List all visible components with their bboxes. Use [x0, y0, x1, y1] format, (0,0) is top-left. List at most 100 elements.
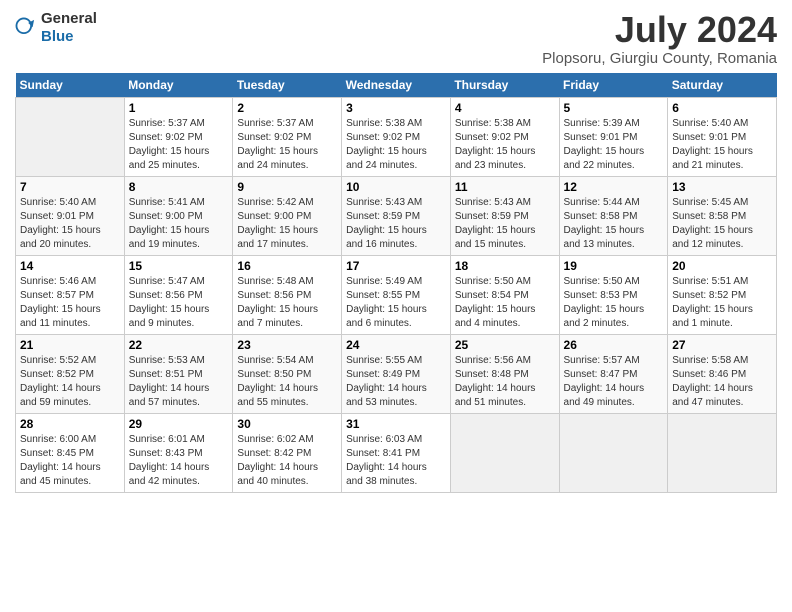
day-info: Sunrise: 5:39 AM Sunset: 9:01 PM Dayligh… [564, 117, 664, 173]
day-info: Sunrise: 5:37 AM Sunset: 9:02 PM Dayligh… [129, 117, 229, 173]
calendar-cell: 5 Sunrise: 5:39 AM Sunset: 9:01 PM Daylig… [559, 97, 668, 176]
day-number: 6 [672, 101, 772, 115]
day-number: 28 [20, 417, 120, 431]
header-tuesday: Tuesday [233, 73, 342, 98]
day-number: 24 [346, 338, 446, 352]
calendar-cell: 27Sunrise: 5:58 AM Sunset: 8:46 PM Dayli… [668, 334, 777, 413]
day-number: 12 [564, 180, 664, 194]
calendar-cell: 17 Sunrise: 5:49 AM Sunset: 8:55 PM Dayli… [342, 255, 451, 334]
calendar-cell: 11 Sunrise: 5:43 AM Sunset: 8:59 PM Dayli… [450, 176, 559, 255]
calendar-week-2: 7Sunrise: 5:40 AM Sunset: 9:01 PM Daylig… [16, 176, 777, 255]
day-info: Sunrise: 5:46 AM Sunset: 8:57 PM Dayligh… [20, 275, 120, 331]
day-number: 2 [237, 101, 337, 115]
day-info: Sunrise: 5:51 AM Sunset: 8:52 PM Dayligh… [672, 275, 772, 331]
calendar-cell: 14Sunrise: 5:46 AM Sunset: 8:57 PM Dayli… [16, 255, 125, 334]
calendar-cell: 24 Sunrise: 5:55 AM Sunset: 8:49 PM Dayli… [342, 334, 451, 413]
day-info: Sunrise: 5:41 AM Sunset: 9:00 PM Dayligh… [129, 196, 229, 252]
calendar-table: SundayMondayTuesdayWednesdayThursdayFrid… [15, 73, 777, 493]
logo-icon [15, 17, 37, 39]
day-number: 16 [237, 259, 337, 273]
header-wednesday: Wednesday [342, 73, 451, 98]
day-info: Sunrise: 5:49 AM Sunset: 8:55 PM Dayligh… [346, 275, 446, 331]
calendar-cell: 19 Sunrise: 5:50 AM Sunset: 8:53 PM Dayli… [559, 255, 668, 334]
day-info: Sunrise: 6:01 AM Sunset: 8:43 PM Dayligh… [129, 433, 229, 489]
logo-general: General [41, 10, 97, 27]
day-number: 21 [20, 338, 120, 352]
calendar-cell: 1 Sunrise: 5:37 AM Sunset: 9:02 PM Daylig… [124, 97, 233, 176]
calendar-cell: 16 Sunrise: 5:48 AM Sunset: 8:56 PM Dayli… [233, 255, 342, 334]
day-info: Sunrise: 5:45 AM Sunset: 8:58 PM Dayligh… [672, 196, 772, 252]
day-info: Sunrise: 5:54 AM Sunset: 8:50 PM Dayligh… [237, 354, 337, 410]
calendar-cell: 31Sunrise: 6:03 AM Sunset: 8:41 PM Dayli… [342, 413, 451, 492]
day-number: 29 [129, 417, 229, 431]
day-info: Sunrise: 5:42 AM Sunset: 9:00 PM Dayligh… [237, 196, 337, 252]
day-info: Sunrise: 5:40 AM Sunset: 9:01 PM Dayligh… [672, 117, 772, 173]
day-number: 31 [346, 417, 446, 431]
calendar-cell: 21 Sunrise: 5:52 AM Sunset: 8:52 PM Dayli… [16, 334, 125, 413]
calendar-cell: 8Sunrise: 5:41 AM Sunset: 9:00 PM Daylig… [124, 176, 233, 255]
header-row: General Blue July 2024 Plopsoru, Giurgiu… [15, 10, 777, 67]
day-info: Sunrise: 5:44 AM Sunset: 8:58 PM Dayligh… [564, 196, 664, 252]
day-number: 11 [455, 180, 555, 194]
day-number: 15 [129, 259, 229, 273]
calendar-cell: 2 Sunrise: 5:37 AM Sunset: 9:02 PM Daylig… [233, 97, 342, 176]
day-info: Sunrise: 6:02 AM Sunset: 8:42 PM Dayligh… [237, 433, 337, 489]
header-sunday: Sunday [16, 73, 125, 98]
calendar-cell: 25 Sunrise: 5:56 AM Sunset: 8:48 PM Dayli… [450, 334, 559, 413]
day-number: 1 [129, 101, 229, 115]
logo-blue: Blue [41, 28, 74, 45]
day-number: 18 [455, 259, 555, 273]
day-number: 17 [346, 259, 446, 273]
day-number: 7 [20, 180, 120, 194]
day-info: Sunrise: 6:00 AM Sunset: 8:45 PM Dayligh… [20, 433, 120, 489]
day-info: Sunrise: 5:58 AM Sunset: 8:46 PM Dayligh… [672, 354, 772, 410]
calendar-cell: 28 Sunrise: 6:00 AM Sunset: 8:45 PM Dayli… [16, 413, 125, 492]
header-saturday: Saturday [668, 73, 777, 98]
calendar-cell [16, 97, 125, 176]
logo: General Blue [15, 10, 97, 46]
day-number: 22 [129, 338, 229, 352]
logo-text: General Blue [41, 10, 97, 46]
calendar-cell: 9 Sunrise: 5:42 AM Sunset: 9:00 PM Daylig… [233, 176, 342, 255]
calendar-cell: 15 Sunrise: 5:47 AM Sunset: 8:56 PM Dayli… [124, 255, 233, 334]
day-number: 19 [564, 259, 664, 273]
calendar-cell: 10 Sunrise: 5:43 AM Sunset: 8:59 PM Dayli… [342, 176, 451, 255]
day-info: Sunrise: 5:53 AM Sunset: 8:51 PM Dayligh… [129, 354, 229, 410]
day-info: Sunrise: 5:37 AM Sunset: 9:02 PM Dayligh… [237, 117, 337, 173]
calendar-cell: 7Sunrise: 5:40 AM Sunset: 9:01 PM Daylig… [16, 176, 125, 255]
day-number: 5 [564, 101, 664, 115]
calendar-cell: 3Sunrise: 5:38 AM Sunset: 9:02 PM Daylig… [342, 97, 451, 176]
day-info: Sunrise: 5:56 AM Sunset: 8:48 PM Dayligh… [455, 354, 555, 410]
calendar-week-1: 1 Sunrise: 5:37 AM Sunset: 9:02 PM Daylig… [16, 97, 777, 176]
calendar-week-5: 28 Sunrise: 6:00 AM Sunset: 8:45 PM Dayli… [16, 413, 777, 492]
day-number: 10 [346, 180, 446, 194]
header-friday: Friday [559, 73, 668, 98]
day-info: Sunrise: 5:48 AM Sunset: 8:56 PM Dayligh… [237, 275, 337, 331]
day-info: Sunrise: 5:43 AM Sunset: 8:59 PM Dayligh… [455, 196, 555, 252]
day-number: 23 [237, 338, 337, 352]
day-number: 4 [455, 101, 555, 115]
subtitle: Plopsoru, Giurgiu County, Romania [542, 50, 777, 67]
main-title: July 2024 [542, 10, 777, 50]
calendar-cell [559, 413, 668, 492]
calendar-cell [450, 413, 559, 492]
calendar-week-4: 21 Sunrise: 5:52 AM Sunset: 8:52 PM Dayli… [16, 334, 777, 413]
day-number: 25 [455, 338, 555, 352]
calendar-cell: 4 Sunrise: 5:38 AM Sunset: 9:02 PM Daylig… [450, 97, 559, 176]
day-info: Sunrise: 5:50 AM Sunset: 8:54 PM Dayligh… [455, 275, 555, 331]
day-info: Sunrise: 5:38 AM Sunset: 9:02 PM Dayligh… [455, 117, 555, 173]
day-info: Sunrise: 5:55 AM Sunset: 8:49 PM Dayligh… [346, 354, 446, 410]
calendar-cell: 29 Sunrise: 6:01 AM Sunset: 8:43 PM Dayli… [124, 413, 233, 492]
calendar-cell: 18 Sunrise: 5:50 AM Sunset: 8:54 PM Dayli… [450, 255, 559, 334]
header-thursday: Thursday [450, 73, 559, 98]
day-info: Sunrise: 5:47 AM Sunset: 8:56 PM Dayligh… [129, 275, 229, 331]
calendar-cell: 23 Sunrise: 5:54 AM Sunset: 8:50 PM Dayli… [233, 334, 342, 413]
day-info: Sunrise: 5:57 AM Sunset: 8:47 PM Dayligh… [564, 354, 664, 410]
day-info: Sunrise: 5:43 AM Sunset: 8:59 PM Dayligh… [346, 196, 446, 252]
day-info: Sunrise: 5:50 AM Sunset: 8:53 PM Dayligh… [564, 275, 664, 331]
calendar-header-row: SundayMondayTuesdayWednesdayThursdayFrid… [16, 73, 777, 98]
day-info: Sunrise: 5:38 AM Sunset: 9:02 PM Dayligh… [346, 117, 446, 173]
day-info: Sunrise: 5:52 AM Sunset: 8:52 PM Dayligh… [20, 354, 120, 410]
calendar-container: General Blue July 2024 Plopsoru, Giurgiu… [0, 0, 792, 503]
day-number: 9 [237, 180, 337, 194]
